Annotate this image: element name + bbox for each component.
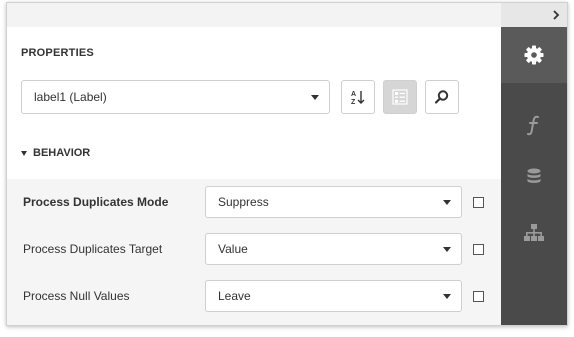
property-value-select[interactable]: Leave (205, 280, 462, 312)
property-row: Process Null Values Leave (7, 273, 501, 320)
sort-alphabetical-icon: A Z (351, 91, 365, 106)
database-icon (527, 168, 541, 183)
property-row: Process Duplicates Target Value (7, 226, 501, 273)
search-icon (434, 90, 449, 104)
chevron-down-icon (443, 294, 451, 299)
component-selector-value: label1 (Label) (34, 90, 107, 104)
behavior-section-toggle[interactable]: BEHAVIOR (21, 147, 90, 159)
chevron-down-icon (443, 247, 451, 252)
property-value: Suppress (218, 195, 269, 209)
hierarchy-icon (524, 224, 544, 241)
svg-text:Z: Z (351, 99, 356, 106)
svg-text:A: A (351, 91, 356, 98)
property-grid: Process Duplicates Mode Suppress Process… (7, 179, 501, 325)
top-strip (7, 3, 567, 27)
section-title: BEHAVIOR (33, 147, 91, 159)
categorized-view-button[interactable] (383, 80, 417, 114)
collapse-triangle-icon (21, 150, 27, 156)
chevron-right-icon (553, 10, 560, 20)
function-icon (527, 115, 539, 136)
categorized-view-icon (392, 89, 408, 105)
properties-content: PROPERTIES label1 (Label) A Z BEHAVIOR P… (7, 27, 501, 325)
property-row: Process Duplicates Mode Suppress (7, 179, 501, 226)
tab-data-source[interactable] (501, 149, 567, 205)
property-checkbox[interactable] (473, 197, 484, 208)
property-value-select[interactable]: Suppress (205, 186, 462, 218)
sort-alphabetical-button[interactable]: A Z (341, 80, 375, 114)
property-label: Process Duplicates Target (23, 242, 163, 256)
gear-icon (524, 45, 544, 65)
tab-report-explorer[interactable] (501, 205, 567, 261)
property-checkbox[interactable] (473, 291, 484, 302)
property-value: Leave (218, 289, 251, 303)
collapse-panel-button[interactable] (501, 3, 567, 27)
side-tab-bar (501, 27, 567, 325)
tab-expressions[interactable] (501, 97, 567, 153)
property-label: Process Duplicates Mode (23, 195, 169, 209)
chevron-down-icon (311, 95, 319, 100)
panel-title: PROPERTIES (21, 47, 94, 59)
property-value-select[interactable]: Value (205, 233, 462, 265)
property-label: Process Null Values (23, 289, 130, 303)
chevron-down-icon (443, 200, 451, 205)
tab-properties[interactable] (501, 27, 567, 83)
search-button[interactable] (425, 80, 459, 114)
property-checkbox[interactable] (473, 244, 484, 255)
component-selector[interactable]: label1 (Label) (21, 80, 330, 114)
property-value: Value (218, 242, 248, 256)
properties-panel: PROPERTIES label1 (Label) A Z BEHAVIOR P… (6, 2, 568, 326)
